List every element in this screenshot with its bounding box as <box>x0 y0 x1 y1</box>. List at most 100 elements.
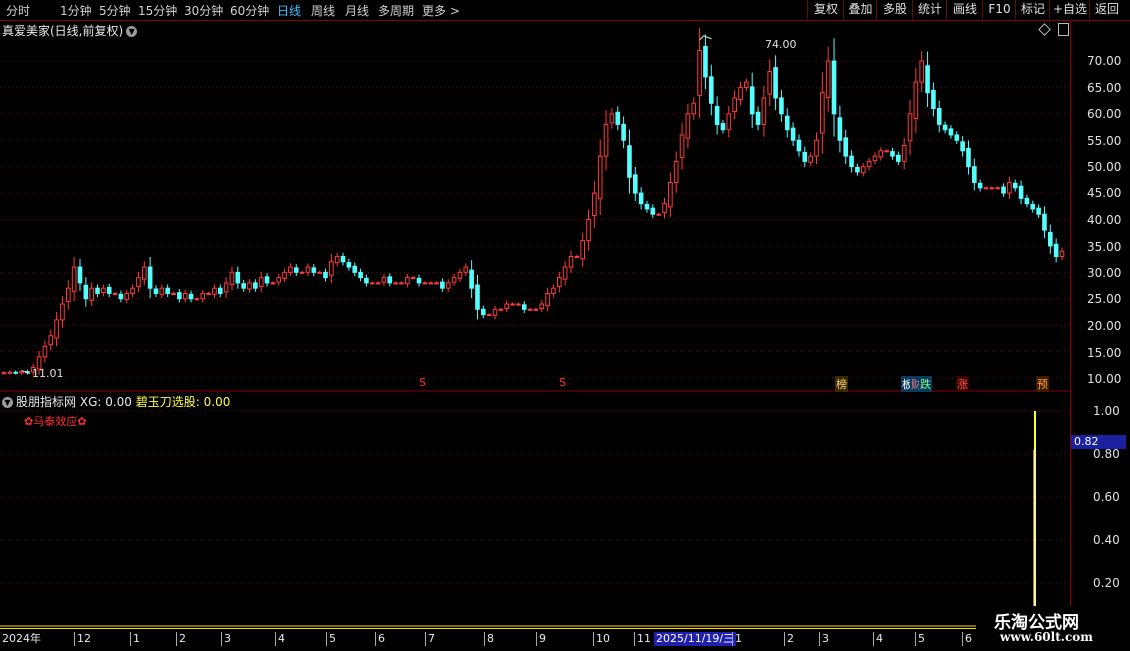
time-month: 5 <box>915 632 925 646</box>
f10-button[interactable]: F10 <box>982 0 1016 19</box>
time-month: 3 <box>819 632 829 646</box>
back-button[interactable]: 返回 <box>1089 0 1124 19</box>
price-tick: 30.00 <box>1087 266 1122 280</box>
time-month: 2 <box>176 632 186 646</box>
period-tab-fenshi[interactable]: 分时 <box>6 2 30 19</box>
price-tick: 20.00 <box>1087 319 1122 333</box>
price-tick: 45.00 <box>1087 186 1122 200</box>
candle-body <box>247 282 252 290</box>
candle-body <box>802 151 808 162</box>
candle-body <box>48 335 54 346</box>
candle-body <box>814 139 819 157</box>
overlay-button[interactable]: 叠加 <box>843 0 877 19</box>
mark-button[interactable]: 标记 <box>1015 0 1050 19</box>
candle-body <box>463 266 469 273</box>
candle-body <box>662 203 667 214</box>
candle-body <box>212 287 217 295</box>
candle-body <box>586 219 591 242</box>
candle-body <box>334 255 340 264</box>
candle-body <box>1047 231 1053 247</box>
candle-body <box>410 277 416 280</box>
fuquan-button[interactable]: 复权 <box>807 0 844 19</box>
period-tab-multi[interactable]: 多周期 <box>378 2 414 19</box>
signal-marker[interactable]: 涨 <box>956 376 969 392</box>
signal-marker[interactable]: S <box>418 376 427 389</box>
period-tab-30min[interactable]: 30分钟 <box>184 2 223 19</box>
candle-body <box>381 277 387 283</box>
indicator-header[interactable]: ▼ 股朋指标网 XG: 0.00 碧玉刀选股: 0.00 <box>2 393 230 410</box>
candle-body <box>60 303 65 321</box>
draw-line-button[interactable]: 画线 <box>946 0 983 19</box>
candle-body <box>685 113 691 139</box>
candle-body <box>136 277 141 288</box>
candle-body <box>714 105 720 125</box>
candle-body <box>510 303 515 306</box>
candle-body <box>580 240 585 260</box>
candle-body <box>1053 243 1059 257</box>
candle-body <box>679 134 685 158</box>
candle-body <box>574 255 580 258</box>
time-month: 11 <box>634 632 651 646</box>
candle-body <box>1059 250 1065 257</box>
candle-body <box>346 262 352 268</box>
price-tick: 60.00 <box>1087 107 1122 121</box>
candle-body <box>422 282 428 285</box>
candle-body <box>1001 186 1006 194</box>
candle-body <box>825 60 831 98</box>
period-tab-5min[interactable]: 5分钟 <box>99 2 131 19</box>
candle-body <box>936 108 942 125</box>
candle-body <box>288 266 293 273</box>
indicator-current-value: 0.82 <box>1071 435 1126 449</box>
candlestick-chart[interactable] <box>0 20 1070 628</box>
multi-stock-button[interactable]: 多股 <box>876 0 913 19</box>
candle-body <box>130 287 135 294</box>
price-tick: 25.00 <box>1087 292 1122 306</box>
candle-body <box>931 89 936 110</box>
candle-body <box>732 97 737 112</box>
candle-body <box>445 282 451 289</box>
candle-body <box>147 266 153 289</box>
period-tab-15min[interactable]: 15分钟 <box>138 2 177 19</box>
signal-marker[interactable]: 预 <box>1036 376 1049 392</box>
candle-body <box>457 271 463 279</box>
watermark-url: www.60lt.com <box>1000 630 1093 644</box>
period-tab-60min[interactable]: 60分钟 <box>230 2 269 19</box>
candle-body <box>200 292 206 300</box>
candle-body <box>481 308 486 316</box>
candle-body <box>1018 185 1024 199</box>
candle-body <box>241 283 246 289</box>
candle-body <box>106 286 112 294</box>
candle-body <box>1030 203 1036 210</box>
candle-body <box>71 266 77 292</box>
period-tab-daily[interactable]: 日线 <box>277 2 301 19</box>
period-tab-weekly[interactable]: 周线 <box>311 2 335 19</box>
signal-marker[interactable]: 榜 <box>835 376 848 392</box>
candle-body <box>784 115 790 131</box>
candle-body <box>223 282 229 293</box>
period-more-menu[interactable]: 更多 > <box>422 2 460 19</box>
candle-body <box>562 266 568 280</box>
price-tick: 15.00 <box>1087 346 1122 360</box>
candle-body <box>896 154 901 162</box>
signal-marker[interactable]: 跌 <box>919 376 932 392</box>
candle-body <box>329 261 334 276</box>
time-month: 8 <box>484 632 494 646</box>
candle-body <box>282 271 287 279</box>
candle-body <box>194 298 200 301</box>
selected-date[interactable]: 2025/11/19/三 <box>654 632 737 646</box>
candle-body <box>960 141 965 152</box>
candle-body <box>393 282 398 285</box>
candle-body <box>405 277 410 285</box>
stats-button[interactable]: 统计 <box>912 0 947 19</box>
add-watchlist-button[interactable]: +自选 <box>1049 0 1090 19</box>
period-tab-1min[interactable]: 1分钟 <box>60 2 92 19</box>
signal-marker[interactable]: S <box>558 376 567 389</box>
price-tick: 10.00 <box>1087 372 1122 386</box>
candle-body <box>83 284 89 300</box>
candle-body <box>989 187 995 190</box>
chevron-down-icon[interactable]: ▼ <box>2 397 13 408</box>
candle-body <box>270 282 276 285</box>
candle-body <box>217 287 223 294</box>
period-tab-monthly[interactable]: 月线 <box>345 2 369 19</box>
period-toolbar: 分时 1分钟 5分钟 15分钟 30分钟 60分钟 日线 周线 月线 多周期 更… <box>0 0 1130 21</box>
